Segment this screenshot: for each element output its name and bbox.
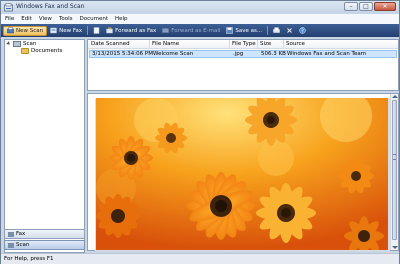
toolbar-separator — [267, 26, 269, 35]
menu-bar: File Edit View Tools Document Help — [1, 14, 399, 24]
scroll-down-arrow-icon[interactable] — [392, 246, 398, 249]
menu-edit[interactable]: Edit — [21, 16, 32, 22]
scrollbar-thumb[interactable] — [392, 100, 397, 240]
new-fax-icon — [50, 27, 57, 34]
menu-help[interactable]: Help — [115, 16, 128, 22]
document-list: Date Scanned File Name File Type Size So… — [87, 39, 399, 91]
list-header: Date Scanned File Name File Type Size So… — [88, 40, 398, 49]
cell-size: 506.3 KB — [261, 51, 286, 57]
preview-pane — [87, 93, 399, 251]
tree-item-scan[interactable]: Scan — [6, 41, 37, 47]
document-icon — [93, 27, 100, 34]
maximize-icon: □ — [363, 2, 369, 10]
tree-item-documents-label: Documents — [31, 48, 63, 54]
scanned-flower-image — [96, 98, 388, 250]
menu-document[interactable]: Document — [80, 16, 109, 22]
maximize-button[interactable]: □ — [359, 2, 373, 11]
fax-icon — [8, 231, 14, 237]
title-bar: Windows Fax and Scan – □ ✕ — [1, 1, 399, 14]
minimize-icon: – — [349, 2, 353, 10]
nav-fax-label: Fax — [16, 231, 26, 237]
toolbar-separator — [87, 26, 89, 35]
fax-view-button[interactable] — [90, 26, 103, 36]
save-icon — [226, 27, 234, 34]
new-fax-button[interactable]: New Fax — [47, 26, 85, 36]
vertical-scrollbar[interactable] — [390, 94, 398, 250]
cell-file-name: Welcome Scan — [153, 51, 194, 57]
scroll-up-arrow-icon[interactable] — [392, 95, 398, 98]
fax-scan-app-icon — [4, 3, 13, 12]
column-divider[interactable] — [229, 40, 230, 49]
cell-date: 3/13/2015 5:34:06 PM — [92, 51, 153, 57]
forward-as-fax-label: Forward as Fax — [115, 27, 157, 34]
print-button[interactable] — [270, 26, 283, 36]
scan-icon — [8, 242, 14, 248]
delete-icon — [287, 28, 292, 33]
scrollbar-grip-icon — [393, 154, 396, 160]
column-source[interactable]: Source — [286, 41, 305, 47]
save-as-label: Save as... — [235, 27, 263, 34]
window-title: Windows Fax and Scan — [16, 3, 85, 10]
menu-file[interactable]: File — [5, 16, 14, 22]
close-icon: ✕ — [382, 2, 388, 10]
new-scan-icon — [7, 27, 14, 34]
new-fax-label: New Fax — [59, 27, 83, 34]
status-bar: For Help, press F1 — [1, 253, 399, 264]
window-controls: – □ ✕ — [344, 2, 396, 12]
status-text: For Help, press F1 — [4, 256, 54, 262]
help-button[interactable]: ? — [296, 26, 309, 36]
table-row[interactable]: 3/13/2015 5:34:06 PM Welcome Scan .jpg 5… — [89, 50, 397, 58]
folder-icon — [21, 48, 29, 54]
nav-fax-button[interactable]: Fax — [4, 229, 85, 239]
forward-as-email-label: Forward as E-mail — [171, 27, 221, 34]
nav-scan-button[interactable]: Scan — [4, 240, 85, 250]
forward-as-email-button[interactable]: Forward as E-mail — [159, 26, 223, 36]
save-as-button[interactable]: Save as... — [223, 26, 265, 36]
svg-text:?: ? — [301, 28, 304, 34]
folder-tree: Scan Documents — [4, 39, 85, 253]
column-size[interactable]: Size — [260, 41, 271, 47]
column-date-scanned[interactable]: Date Scanned — [91, 41, 130, 47]
column-divider[interactable] — [149, 40, 150, 49]
print-icon — [273, 27, 280, 33]
menu-tools[interactable]: Tools — [59, 16, 73, 22]
close-button[interactable]: ✕ — [374, 2, 396, 11]
tree-item-documents[interactable]: Documents — [21, 48, 62, 54]
nav-scan-label: Scan — [16, 242, 30, 248]
new-scan-label: New Scan — [16, 27, 44, 34]
new-scan-button[interactable]: New Scan — [3, 25, 48, 36]
menu-view[interactable]: View — [39, 16, 52, 22]
cell-source: Windows Fax and Scan Team — [287, 51, 367, 57]
app-window: Windows Fax and Scan – □ ✕ File Edit Vie… — [0, 0, 400, 264]
forward-fax-icon — [106, 27, 113, 34]
cell-file-type: .jpg — [233, 51, 244, 57]
scanner-icon — [13, 41, 21, 47]
toolbar: New Scan New Fax Forward as Fax Forward … — [1, 24, 399, 37]
minimize-button[interactable]: – — [344, 2, 358, 11]
column-divider[interactable] — [257, 40, 258, 49]
forward-as-fax-button[interactable]: Forward as Fax — [103, 26, 159, 36]
column-file-type[interactable]: File Type — [232, 41, 256, 47]
column-divider[interactable] — [283, 40, 284, 49]
tree-item-scan-label: Scan — [23, 41, 37, 47]
column-file-name[interactable]: File Name — [152, 41, 179, 47]
help-icon: ? — [299, 27, 306, 34]
expand-arrow-icon[interactable] — [6, 41, 12, 47]
delete-button[interactable] — [283, 26, 296, 36]
email-icon — [162, 28, 170, 33]
